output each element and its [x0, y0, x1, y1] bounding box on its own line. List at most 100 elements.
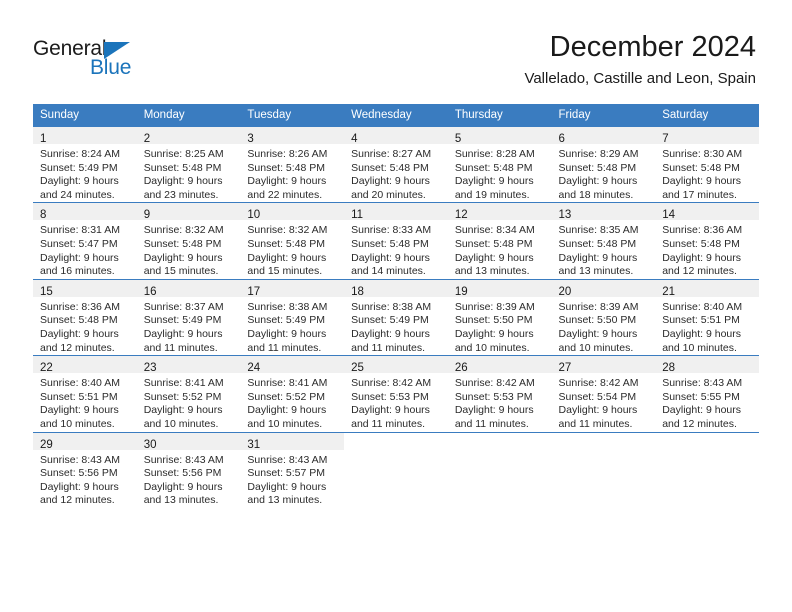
- sunrise-text: Sunrise: 8:39 AM: [558, 300, 639, 313]
- day-details: Sunrise: 8:38 AM Sunset: 5:49 PM Daylight:…: [344, 297, 448, 355]
- sunset-text: Sunset: 5:48 PM: [662, 161, 740, 174]
- day-cell[interactable]: 19 Sunrise: 8:39 AM Sunset: 5:50 PM Dayligh…: [447, 278, 552, 356]
- daylight-text-line2: and 14 minutes.: [351, 265, 426, 278]
- day-cell[interactable]: 28 Sunrise: 8:43 AM Sunset: 5:55 PM Dayligh…: [655, 355, 759, 432]
- day-number: 12: [454, 209, 468, 222]
- day-cell[interactable]: 25 Sunrise: 8:42 AM Sunset: 5:53 PM Dayligh…: [344, 355, 448, 432]
- daylight-text-line2: and 13 minutes.: [558, 265, 634, 278]
- day-cell[interactable]: 5 Sunrise: 8:28 AM Sunset: 5:48 PM Daylight…: [447, 125, 552, 203]
- day-number-band: 2: [136, 127, 241, 145]
- day-cell[interactable]: 29 Sunrise: 8:43 AM Sunset: 5:56 PM Dayligh…: [33, 431, 137, 508]
- day-number: 7: [662, 133, 669, 145]
- day-cell[interactable]: 16 Sunrise: 8:37 AM Sunset: 5:49 PM Dayligh…: [136, 278, 241, 356]
- day-cell[interactable]: 20 Sunrise: 8:39 AM Sunset: 5:50 PM Dayligh…: [551, 278, 656, 356]
- day-cell[interactable]: 13 Sunrise: 8:35 AM Sunset: 5:48 PM Dayligh…: [551, 202, 656, 280]
- daylight-text-line2: and 19 minutes.: [454, 188, 530, 201]
- weekday-header-sunday: Sunday: [33, 104, 137, 127]
- sunset-text: Sunset: 5:50 PM: [454, 314, 533, 327]
- day-number-band: 21: [655, 279, 759, 298]
- day-number: 14: [662, 209, 676, 222]
- day-cell[interactable]: 18 Sunrise: 8:38 AM Sunset: 5:49 PM Dayligh…: [344, 278, 448, 356]
- sunrise-text: Sunrise: 8:43 AM: [40, 453, 120, 466]
- day-details: Sunrise: 8:43 AM Sunset: 5:57 PM Daylight:…: [240, 450, 344, 508]
- day-cell[interactable]: 30 Sunrise: 8:43 AM Sunset: 5:56 PM Dayligh…: [136, 431, 241, 508]
- daylight-text-line2: and 13 minutes.: [247, 494, 323, 507]
- day-details: Sunrise: 8:38 AM Sunset: 5:49 PM Daylight:…: [240, 297, 344, 355]
- sunrise-text: Sunrise: 8:40 AM: [662, 300, 743, 313]
- calendar-grid: Sunday Monday Tuesday Wednesday Thursday Frid…: [33, 104, 759, 508]
- day-number-band: 24: [240, 356, 345, 375]
- day-cell[interactable]: 22 Sunrise: 8:40 AM Sunset: 5:51 PM Dayligh…: [33, 355, 137, 432]
- sunrise-text: Sunrise: 8:30 AM: [662, 148, 743, 160]
- day-cell[interactable]: 26 Sunrise: 8:42 AM Sunset: 5:53 PM Dayligh…: [447, 355, 552, 432]
- sunrise-text: Sunrise: 8:38 AM: [351, 300, 432, 313]
- daylight-text-line2: and 13 minutes.: [454, 265, 530, 278]
- daylight-text-line2: and 15 minutes.: [143, 265, 219, 278]
- daylight-text-line1: Daylight: 9 hours: [143, 480, 223, 493]
- sunrise-text: Sunrise: 8:43 AM: [143, 453, 224, 466]
- day-details: Sunrise: 8:36 AM Sunset: 5:48 PM Daylight:…: [655, 220, 759, 278]
- day-details: Sunrise: 8:24 AM Sunset: 5:49 PM Daylight:…: [33, 144, 137, 202]
- day-cell[interactable]: 27 Sunrise: 8:42 AM Sunset: 5:54 PM Dayligh…: [551, 355, 656, 432]
- sunrise-text: Sunrise: 8:27 AM: [351, 148, 432, 160]
- day-number-band: 1: [33, 127, 137, 145]
- day-cell[interactable]: 24 Sunrise: 8:41 AM Sunset: 5:52 PM Dayligh…: [240, 355, 345, 432]
- day-cell[interactable]: 11 Sunrise: 8:33 AM Sunset: 5:48 PM Dayligh…: [344, 202, 448, 280]
- day-cell[interactable]: 9 Sunrise: 8:32 AM Sunset: 5:48 PM Daylight…: [136, 202, 241, 280]
- daylight-text-line2: and 11 minutes.: [454, 417, 529, 430]
- day-cell[interactable]: 8 Sunrise: 8:31 AM Sunset: 5:47 PM Daylight…: [33, 202, 137, 280]
- day-number: 24: [247, 362, 261, 375]
- sunset-text: Sunset: 5:48 PM: [40, 314, 118, 327]
- daylight-text-line2: and 24 minutes.: [40, 188, 115, 201]
- daylight-text-line1: Daylight: 9 hours: [247, 480, 327, 493]
- sunset-text: Sunset: 5:56 PM: [143, 467, 222, 480]
- day-number-band: 30: [136, 432, 241, 451]
- day-cell[interactable]: 10 Sunrise: 8:32 AM Sunset: 5:48 PM Dayligh…: [240, 202, 345, 280]
- daylight-text-line2: and 10 minutes.: [40, 417, 115, 430]
- sunset-text: Sunset: 5:48 PM: [143, 237, 222, 250]
- day-details: Sunrise: 8:40 AM Sunset: 5:51 PM Daylight:…: [655, 297, 759, 355]
- sunrise-text: Sunrise: 8:36 AM: [662, 224, 743, 237]
- day-cell[interactable]: 23 Sunrise: 8:41 AM Sunset: 5:52 PM Dayligh…: [136, 355, 241, 432]
- calendar-week-row: 29 Sunrise: 8:43 AM Sunset: 5:56 PM Dayligh…: [33, 431, 759, 508]
- daylight-text-line2: and 11 minutes.: [143, 341, 218, 354]
- day-cell[interactable]: 12 Sunrise: 8:34 AM Sunset: 5:48 PM Dayligh…: [447, 202, 552, 280]
- day-cell[interactable]: 7 Sunrise: 8:30 AM Sunset: 5:48 PM Daylight…: [655, 125, 759, 203]
- day-number: 30: [143, 438, 157, 451]
- sunrise-text: Sunrise: 8:39 AM: [454, 300, 535, 313]
- daylight-text-line2: and 10 minutes.: [143, 417, 219, 430]
- day-number: 1: [40, 133, 47, 145]
- day-cell[interactable]: 14 Sunrise: 8:36 AM Sunset: 5:48 PM Dayligh…: [655, 202, 759, 280]
- day-cell[interactable]: 3 Sunrise: 8:26 AM Sunset: 5:48 PM Daylight…: [240, 125, 345, 203]
- calendar-body: 1 Sunrise: 8:24 AM Sunset: 5:49 PM Daylight…: [33, 125, 759, 508]
- daylight-text-line1: Daylight: 9 hours: [247, 251, 327, 264]
- brand-logo[interactable]: General Blue: [33, 38, 153, 84]
- day-details: Sunrise: 8:36 AM Sunset: 5:48 PM Daylight:…: [33, 297, 137, 355]
- sunset-text: Sunset: 5:49 PM: [247, 314, 326, 327]
- day-cell[interactable]: 2 Sunrise: 8:25 AM Sunset: 5:48 PM Daylight…: [136, 125, 241, 203]
- day-number: 21: [662, 285, 676, 298]
- day-cell[interactable]: 21 Sunrise: 8:40 AM Sunset: 5:51 PM Dayligh…: [655, 278, 759, 356]
- day-number: 22: [40, 362, 53, 375]
- day-cell[interactable]: 17 Sunrise: 8:38 AM Sunset: 5:49 PM Dayligh…: [240, 278, 345, 356]
- day-cell[interactable]: 15 Sunrise: 8:36 AM Sunset: 5:48 PM Dayligh…: [33, 278, 137, 356]
- day-cell[interactable]: 1 Sunrise: 8:24 AM Sunset: 5:49 PM Daylight…: [33, 125, 137, 203]
- sunrise-text: Sunrise: 8:37 AM: [143, 300, 224, 313]
- sunset-text: Sunset: 5:52 PM: [143, 390, 222, 403]
- sunrise-text: Sunrise: 8:26 AM: [247, 148, 328, 160]
- day-number: 4: [351, 133, 358, 145]
- sunset-text: Sunset: 5:49 PM: [143, 314, 222, 327]
- day-cell[interactable]: 6 Sunrise: 8:29 AM Sunset: 5:48 PM Daylight…: [551, 125, 656, 203]
- day-cell[interactable]: 4 Sunrise: 8:27 AM Sunset: 5:48 PM Daylight…: [344, 125, 448, 203]
- day-details: Sunrise: 8:42 AM Sunset: 5:53 PM Daylight:…: [448, 373, 552, 431]
- weekday-header-thursday: Thursday: [447, 104, 552, 127]
- day-number: 31: [247, 438, 261, 451]
- weekday-header-wednesday: Wednesday: [344, 104, 448, 127]
- sunset-text: Sunset: 5:57 PM: [247, 467, 326, 480]
- day-cell[interactable]: 31 Sunrise: 8:43 AM Sunset: 5:57 PM Dayligh…: [240, 431, 345, 508]
- day-number: 3: [247, 133, 254, 145]
- sunrise-text: Sunrise: 8:33 AM: [351, 224, 432, 237]
- day-number: 6: [558, 133, 565, 145]
- sunset-text: Sunset: 5:48 PM: [662, 237, 740, 250]
- calendar-week-row: 22 Sunrise: 8:40 AM Sunset: 5:51 PM Dayligh…: [33, 355, 759, 432]
